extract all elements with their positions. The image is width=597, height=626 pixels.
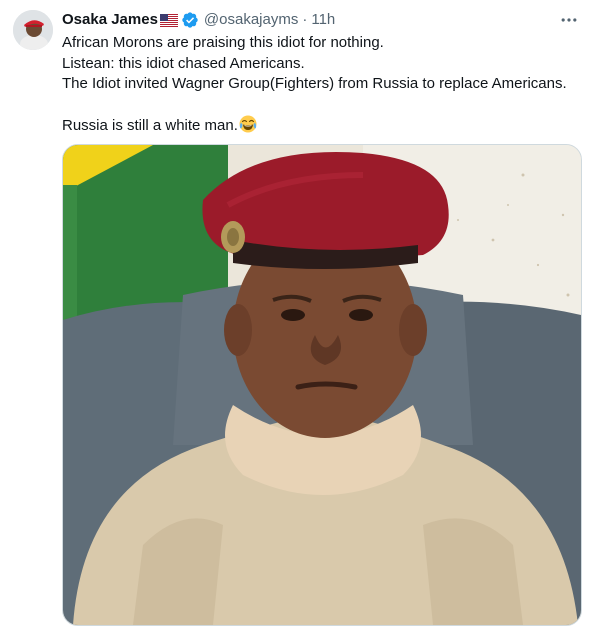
tweet-text: African Morons are praising this idiot f… — [62, 33, 583, 140]
us-flag-icon — [159, 13, 178, 27]
face-with-tears-of-joy-icon — [239, 115, 257, 140]
avatar[interactable] — [13, 10, 53, 50]
tweet-line-5: Russia is still a white man. — [62, 115, 583, 140]
timestamp[interactable]: 11h — [311, 10, 335, 30]
tweet[interactable]: Osaka James @osakajayms · 11h African Mo… — [0, 0, 597, 626]
more-options-icon[interactable] — [557, 10, 581, 30]
display-name[interactable]: Osaka James — [62, 10, 158, 30]
verified-badge-icon[interactable] — [181, 11, 199, 29]
tweet-line-1: African Morons are praising this idiot f… — [62, 34, 384, 51]
tweet-line-5-text: Russia is still a white man. — [62, 117, 238, 134]
tweet-photo[interactable] — [62, 144, 582, 626]
separator-dot: · — [302, 11, 308, 28]
author-handle[interactable]: @osakajayms — [204, 10, 298, 30]
tweet-header: Osaka James @osakajayms · 11h — [62, 10, 581, 30]
tweet-line-3: The Idiot invited Wagner Group(Fighters)… — [62, 75, 567, 92]
tweet-line-gap — [62, 95, 583, 116]
tweet-line-2: Listean: this idiot chased Americans. — [62, 54, 305, 72]
